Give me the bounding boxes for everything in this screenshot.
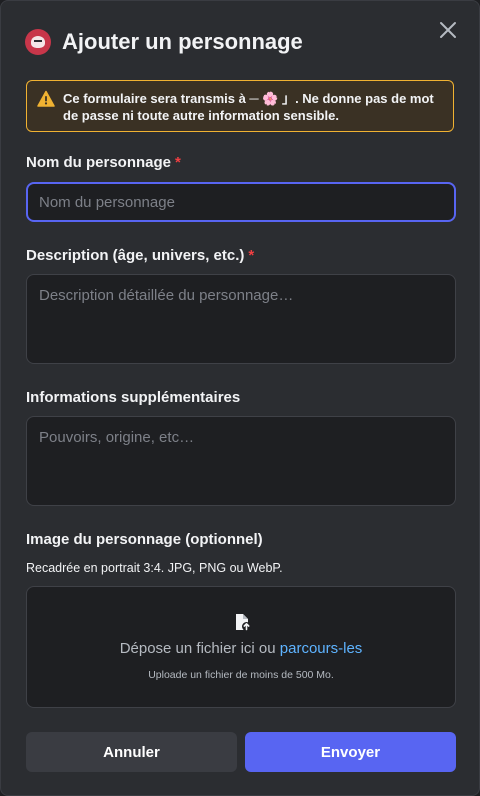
image-subtext: Recadrée en portrait 3:4. JPG, PNG ou We…	[26, 561, 283, 575]
image-label: Image du personnage (optionnel)	[26, 531, 263, 548]
cancel-button[interactable]: Annuler	[26, 732, 237, 772]
dropzone-hint: Uploade un fichier de moins de 500 Mo.	[148, 669, 334, 681]
recipient-suffix: 」	[278, 91, 296, 106]
name-label-text: Nom du personnage	[26, 154, 172, 171]
extra-info-label-text: Informations supplémentaires	[26, 389, 241, 406]
dropzone-text: Dépose un fichier ici ou parcours-les	[27, 640, 455, 657]
file-upload-icon	[236, 614, 251, 631]
modal-header: Ajouter un personnage	[25, 27, 303, 57]
add-character-modal: Ajouter un personnage Ce formulaire sera…	[0, 0, 480, 796]
image-dropzone[interactable]: Dépose un fichier ici ou parcours-les Up…	[26, 586, 456, 708]
warning-text-before: Ce formulaire sera transmis à	[63, 91, 250, 106]
dropzone-main-text: Dépose un fichier ici ou	[119, 640, 280, 657]
description-label-text: Description (âge, univers, etc.)	[26, 247, 245, 264]
close-button[interactable]	[435, 17, 461, 43]
required-mark: *	[248, 247, 255, 264]
browse-link[interactable]: parcours-les	[280, 640, 363, 657]
name-input[interactable]	[26, 182, 456, 222]
warning-text: Ce formulaire sera transmis à ─ 🌸 」. Ne …	[63, 90, 445, 124]
recipient-prefix: ─	[249, 91, 263, 106]
name-label: Nom du personnage *	[26, 154, 181, 171]
recipient-flower: 🌸	[262, 91, 279, 106]
description-textarea[interactable]	[26, 274, 456, 364]
image-label-text: Image du personnage (optionnel)	[26, 531, 263, 548]
modal-title: Ajouter un personnage	[62, 29, 303, 54]
extra-info-textarea[interactable]	[26, 416, 456, 506]
warning-banner: Ce formulaire sera transmis à ─ 🌸 」. Ne …	[26, 80, 454, 132]
warning-icon	[37, 90, 55, 107]
close-icon	[440, 22, 456, 38]
extra-info-label: Informations supplémentaires	[26, 389, 240, 406]
required-mark: *	[175, 154, 181, 171]
description-label: Description (âge, univers, etc.) *	[26, 247, 254, 264]
app-avatar-icon	[25, 29, 51, 55]
submit-button[interactable]: Envoyer	[245, 732, 456, 772]
